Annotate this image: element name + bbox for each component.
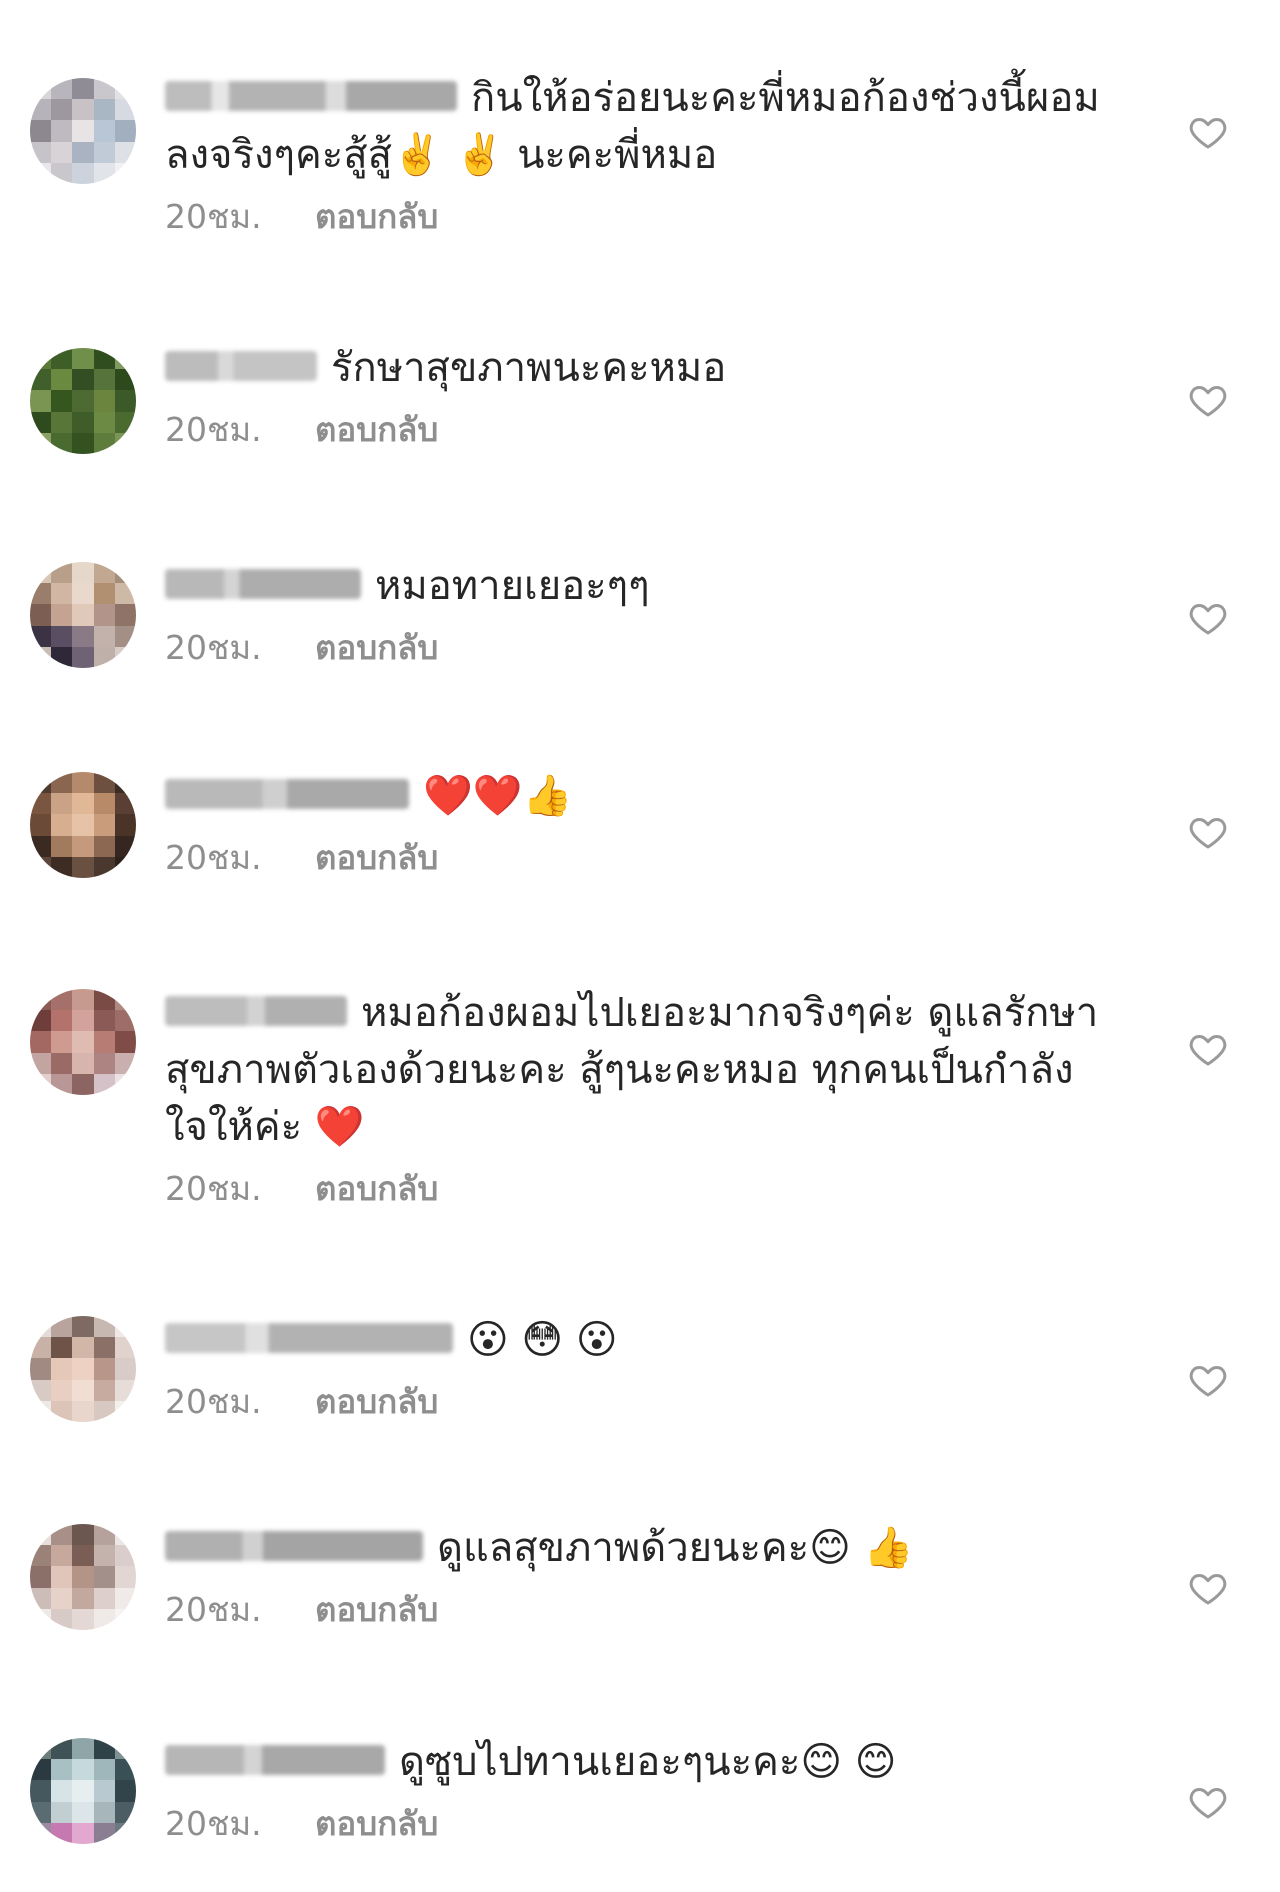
comment-time: 20ชม.	[165, 1590, 262, 1629]
avatar[interactable]	[30, 1738, 136, 1844]
comment-meta: 20ชม. ตอบกลับ	[165, 190, 1115, 243]
heart-outline-icon[interactable]	[1188, 1360, 1228, 1400]
comment-body: รักษาสุขภาพนะคะหมอ 20ชม. ตอบกลับ	[165, 340, 1115, 456]
comment-time: 20ชม.	[165, 1169, 262, 1208]
heart-outline-icon[interactable]	[1188, 812, 1228, 852]
reply-button[interactable]: ตอบกลับ	[315, 197, 438, 236]
reply-button[interactable]: ตอบกลับ	[315, 628, 438, 667]
username-blurred[interactable]	[165, 569, 361, 599]
comment-body: 😮 😳 😮 20ชม. ตอบกลับ	[165, 1312, 1115, 1428]
comment-body: หมอทายเยอะๆๆ 20ชม. ตอบกลับ	[165, 558, 1115, 674]
comment-meta: 20ชม. ตอบกลับ	[165, 831, 1115, 884]
avatar[interactable]	[30, 562, 136, 668]
comment-body: หมอก้องผอมไปเยอะมากจริงๆค่ะ ดูแลรักษาสุข…	[165, 985, 1115, 1215]
comment-body: กินให้อร่อยนะคะพี่หมอก้องช่วงนี้ผอมลงจริ…	[165, 70, 1115, 243]
avatar[interactable]	[30, 78, 136, 184]
comment-time: 20ชม.	[165, 410, 262, 449]
comment-time: 20ชม.	[165, 838, 262, 877]
heart-outline-icon[interactable]	[1188, 1782, 1228, 1822]
username-blurred[interactable]	[165, 1745, 385, 1775]
heart-outline-icon[interactable]	[1188, 1568, 1228, 1608]
avatar[interactable]	[30, 772, 136, 878]
reply-button[interactable]: ตอบกลับ	[315, 1804, 438, 1843]
username-blurred[interactable]	[165, 351, 317, 381]
reply-button[interactable]: ตอบกลับ	[315, 1590, 438, 1629]
username-blurred[interactable]	[165, 1531, 423, 1561]
avatar[interactable]	[30, 1316, 136, 1422]
reply-button[interactable]: ตอบกลับ	[315, 1169, 438, 1208]
comment-body: ดูแลสุขภาพด้วยนะคะ😊 👍 20ชม. ตอบกลับ	[165, 1520, 1115, 1636]
username-blurred[interactable]	[165, 779, 409, 809]
comment-meta: 20ชม. ตอบกลับ	[165, 621, 1115, 674]
reply-button[interactable]: ตอบกลับ	[315, 1382, 438, 1421]
username-blurred[interactable]	[165, 996, 347, 1026]
comment-time: 20ชม.	[165, 1804, 262, 1843]
username-blurred[interactable]	[165, 81, 457, 111]
heart-outline-icon[interactable]	[1188, 112, 1228, 152]
comment-time: 20ชม.	[165, 1382, 262, 1421]
comment-meta: 20ชม. ตอบกลับ	[165, 1583, 1115, 1636]
reply-button[interactable]: ตอบกลับ	[315, 838, 438, 877]
comment-meta: 20ชม. ตอบกลับ	[165, 1162, 1115, 1215]
comment-time: 20ชม.	[165, 197, 262, 236]
comment-text: รักษาสุขภาพนะคะหมอ	[331, 345, 727, 391]
comment-text: ❤️❤️👍	[423, 773, 573, 819]
comment-meta: 20ชม. ตอบกลับ	[165, 403, 1115, 456]
comment-body: ❤️❤️👍 20ชม. ตอบกลับ	[165, 768, 1115, 884]
comment-text: หมอทายเยอะๆๆ	[375, 563, 650, 609]
comment-text: ดูซูบไปทานเยอะๆนะคะ😊 😊	[399, 1739, 897, 1785]
comment-time: 20ชม.	[165, 628, 262, 667]
heart-outline-icon[interactable]	[1188, 598, 1228, 638]
comment-body: ดูซูบไปทานเยอะๆนะคะ😊 😊 20ชม. ตอบกลับ	[165, 1734, 1115, 1850]
username-blurred[interactable]	[165, 1323, 453, 1353]
reply-button[interactable]: ตอบกลับ	[315, 410, 438, 449]
comment-text: 😮 😳 😮	[467, 1317, 618, 1363]
comment-text: ดูแลสุขภาพด้วยนะคะ😊 👍	[437, 1525, 914, 1571]
avatar[interactable]	[30, 1524, 136, 1630]
avatar[interactable]	[30, 989, 136, 1095]
comment-meta: 20ชม. ตอบกลับ	[165, 1797, 1115, 1850]
heart-outline-icon[interactable]	[1188, 1029, 1228, 1069]
avatar[interactable]	[30, 348, 136, 454]
comment-meta: 20ชม. ตอบกลับ	[165, 1375, 1115, 1428]
heart-outline-icon[interactable]	[1188, 380, 1228, 420]
